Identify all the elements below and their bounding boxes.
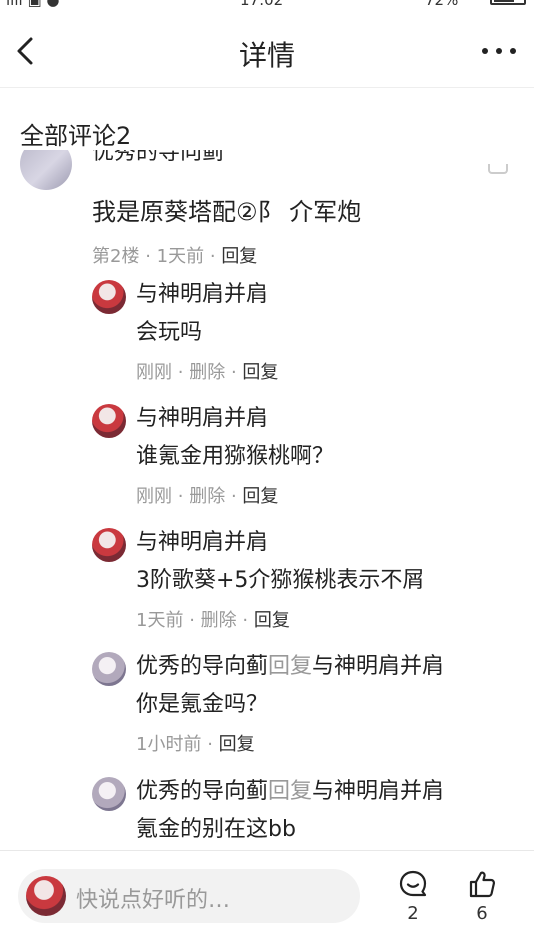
floor-label: 第2楼	[92, 246, 140, 267]
comments-button[interactable]: 2	[388, 869, 438, 927]
reply-button[interactable]: 回复	[221, 246, 257, 267]
comment-text: 我是原葵塔配②阝 介军炮	[92, 198, 362, 226]
avatar	[26, 876, 66, 916]
navbar: 详情	[0, 12, 534, 88]
reply-text: 氪金的别在这bb	[136, 817, 296, 842]
bottom-bar: 快说点好听的… 2 6	[0, 850, 534, 939]
comment-bubble-icon	[399, 870, 427, 897]
reply-button[interactable]: 回复	[254, 610, 290, 631]
avatar[interactable]	[92, 404, 126, 438]
avatar[interactable]	[20, 150, 72, 190]
reply-text: 你是氪金吗？	[136, 692, 269, 717]
like-button[interactable]: 6	[457, 869, 507, 927]
reply-text: 会玩吗	[136, 320, 203, 345]
comment-count: 2	[407, 903, 419, 924]
avatar[interactable]	[92, 528, 126, 562]
avatar[interactable]	[92, 777, 126, 811]
status-bar: ıııl ▣ ● 17:02 72%	[0, 0, 534, 10]
all-comments-heading: 全部评论2	[20, 122, 132, 150]
reply-author-name[interactable]: 与神明肩并肩	[136, 524, 268, 556]
collapse-icon[interactable]	[488, 164, 508, 174]
more-options-icon[interactable]	[482, 46, 516, 56]
reply-button[interactable]: 回复	[242, 486, 278, 507]
reply-author-name[interactable]: 与神明肩并肩	[136, 400, 268, 432]
signal-icon: ıııl ▣ ●	[6, 0, 60, 9]
comment-meta: 第2楼 · 1天前 · 回复	[92, 246, 258, 267]
reply-time: 1小时前	[136, 734, 202, 755]
reply-time: 刚刚	[136, 486, 172, 507]
comment-input-placeholder: 快说点好听的…	[76, 888, 231, 913]
reply-button[interactable]: 回复	[242, 362, 278, 383]
comment-time: 1天前	[156, 246, 205, 267]
reply-meta: 刚刚 · 删除 · 回复	[136, 486, 279, 507]
reply-meta: 1天前 · 删除 · 回复	[136, 610, 290, 631]
reply-author-name: 优秀的导向蓟回复与神明肩并肩	[136, 654, 445, 679]
reply-author-name: 优秀的导向蓟回复与神明肩并肩	[136, 779, 445, 804]
delete-button[interactable]: 删除	[189, 486, 225, 507]
thumbs-up-icon	[469, 871, 496, 898]
delete-button[interactable]: 删除	[189, 362, 225, 383]
reply-meta: 刚刚 · 删除 · 回复	[136, 362, 279, 383]
page-title: 详情	[238, 39, 295, 72]
reply-button[interactable]: 回复	[219, 734, 255, 755]
reply-text: 3阶歌葵+5介猕猴桃表示不屑	[136, 568, 425, 593]
reply-meta: 1小时前 · 回复	[136, 734, 255, 755]
reply-author-name[interactable]: 与神明肩并肩	[136, 276, 268, 308]
battery-percent: 72%	[425, 0, 459, 9]
battery-icon	[490, 0, 526, 5]
comment-input[interactable]: 快说点好听的…	[18, 869, 360, 923]
status-time: 17:02	[240, 0, 284, 9]
reply-text: 谁氪金用猕猴桃啊？	[136, 444, 335, 469]
avatar[interactable]	[92, 652, 126, 686]
reply-time: 刚刚	[136, 362, 172, 383]
comment-author-name[interactable]: 优秀的导向蓟	[92, 150, 224, 166]
like-count: 6	[476, 903, 488, 924]
comment-author-row: 优秀的导向蓟	[0, 150, 534, 190]
reply-time: 1天前	[136, 610, 184, 631]
avatar[interactable]	[92, 280, 126, 314]
delete-button[interactable]: 删除	[201, 610, 237, 631]
